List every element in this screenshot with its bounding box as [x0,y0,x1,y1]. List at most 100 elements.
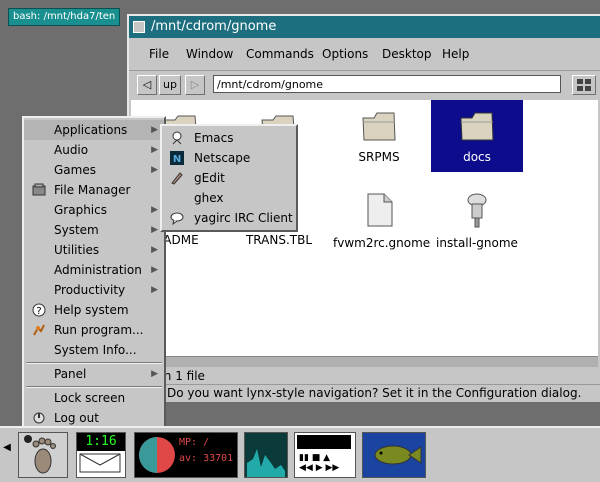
menu-item-label: Log out [54,411,99,425]
cpu-monitor-applet[interactable]: MP: / av: 33701 [134,432,238,478]
menu-item-yagirc[interactable]: yagirc IRC Client [162,208,296,228]
file-item-srpms[interactable]: SRPMS [333,110,425,165]
submenu-arrow-icon: ▶ [151,205,158,215]
menubar: File Window Commands Options Desktop Hel… [129,42,600,66]
file-manager-icon [32,183,46,196]
menu-options[interactable]: Options [322,47,368,61]
menu-item-administration[interactable]: Administration ▶ [24,260,164,280]
menu-item-label: Productivity [54,283,126,297]
menu-item-label: System [54,223,99,237]
file-item-install-gnome[interactable]: install-gnome [431,190,523,251]
file-item-docs[interactable]: docs [431,100,523,172]
menu-item-graphics[interactable]: Graphics ▶ [24,200,164,220]
file-item-fvwm2rc[interactable]: fvwm2rc.gnome [333,190,431,251]
irc-icon [170,212,184,225]
file-label: TRANS.TBL [245,233,313,247]
menu-help[interactable]: Help [442,47,469,61]
folder-icon [362,112,396,141]
menu-window[interactable]: Window [186,47,233,61]
file-label: fvwm2rc.gnome [333,236,431,250]
menu-item-label: Netscape [194,151,251,165]
mail-icon [79,453,121,473]
forward-button[interactable]: ▷ [185,75,205,95]
status-file-count: es in 1 file [143,369,205,383]
load-graph-applet[interactable] [244,432,288,478]
menu-item-help-system[interactable]: ? Help system [24,300,164,320]
gnome-foot-icon [24,435,56,474]
applications-submenu: Emacs N Netscape gEdit ghex yagirc IRC C… [160,124,298,232]
submenu-arrow-icon: ▶ [151,145,158,155]
menu-item-log-out[interactable]: Log out [24,408,164,428]
window-titlebar[interactable]: /mnt/cdrom/gnome [129,16,600,38]
netscape-icon: N [170,151,184,165]
submenu-arrow-icon: ▶ [151,369,158,379]
menu-item-label: System Info... [54,343,137,357]
icon-view-icon [577,79,591,91]
view-toggle-button[interactable] [572,75,596,95]
menu-item-audio[interactable]: Audio ▶ [24,140,164,160]
menu-item-emacs[interactable]: Emacs [162,128,296,148]
file-label: SRPMS [358,150,400,164]
menu-item-label: Applications [54,123,128,137]
up-button[interactable]: up [159,75,181,95]
cd-player-applet[interactable]: ▮▮ ■ ▲ ◀◀ ▶ ▶▶ [294,432,356,478]
menu-item-netscape[interactable]: N Netscape [162,148,296,168]
menu-item-system[interactable]: System ▶ [24,220,164,240]
menu-item-applications[interactable]: Applications ▶ [24,120,164,140]
menu-item-system-info[interactable]: System Info... [24,340,164,360]
menu-item-utilities[interactable]: Utilities ▶ [24,240,164,260]
submenu-arrow-icon: ▶ [151,245,158,255]
menu-item-run-program[interactable]: Run program... [24,320,164,340]
menu-item-label: Run program... [54,323,144,337]
run-icon [33,324,45,336]
mount-point-text: MP: / [179,437,210,448]
menu-file[interactable]: File [149,47,169,61]
gnome-panel: ◀ 1:16 MP: / av: 33701 ▮▮ ■ ▲ ◀◀ ▶ ▶▶ [0,426,600,482]
location-toolbar: ◁ up ▷ /mnt/cdrom/gnome [129,70,600,99]
terminal-window-label[interactable]: bash: /mnt/hda7/ten [8,8,121,26]
load-graph-icon [247,449,285,477]
menu-item-label: Graphics [54,203,107,217]
pie-meter-icon [139,437,175,473]
status-hint: Do you want lynx-style navigation? Set i… [129,384,600,401]
menu-item-label: Administration [54,263,142,277]
horizontal-scrollbar[interactable] [131,356,598,367]
window-title: /mnt/cdrom/gnome [151,19,277,34]
menu-item-label: yagirc IRC Client [194,211,293,225]
file-label: install-gnome [436,236,518,250]
gedit-icon [171,172,183,185]
main-menu: Applications ▶ Audio ▶ Games ▶ File Manager… [22,116,166,430]
menu-commands[interactable]: Commands [246,47,314,61]
menu-item-panel[interactable]: Panel ▶ [24,364,164,384]
menu-item-label: Lock screen [54,391,126,405]
submenu-arrow-icon: ▶ [151,225,158,235]
main-menu-button[interactable] [18,432,68,478]
menu-item-ghex[interactable]: ghex [162,188,296,208]
menu-item-file-manager[interactable]: File Manager [24,180,164,200]
menu-item-label: Help system [54,303,129,317]
menu-item-label: Audio [54,143,89,157]
back-button[interactable]: ◁ [137,75,157,95]
panel-hide-button[interactable]: ◀ [0,442,14,462]
executable-icon [467,193,487,228]
window-menu-button[interactable] [133,21,145,33]
menu-item-gedit[interactable]: gEdit [162,168,296,188]
fish-icon [374,445,422,465]
svg-text:N: N [173,154,181,165]
emacs-icon [172,131,182,145]
submenu-arrow-icon: ▶ [151,285,158,295]
cd-display [297,435,351,449]
fish-applet[interactable] [362,432,426,478]
menu-item-lock-screen[interactable]: Lock screen [24,388,164,408]
clock-mail-applet[interactable]: 1:16 [76,432,126,478]
menu-item-games[interactable]: Games ▶ [24,160,164,180]
menu-item-label: File Manager [54,183,131,197]
cd-controls-icon[interactable]: ▮▮ ■ ▲ ◀◀ ▶ ▶▶ [299,453,339,473]
clock-display: 1:16 [77,433,125,451]
menu-item-productivity[interactable]: Productivity ▶ [24,280,164,300]
menu-item-label: ghex [194,191,224,205]
menu-desktop[interactable]: Desktop [382,47,432,61]
folder-icon [460,112,494,141]
path-input[interactable]: /mnt/cdrom/gnome [213,75,561,93]
menu-item-label: Games [54,163,96,177]
